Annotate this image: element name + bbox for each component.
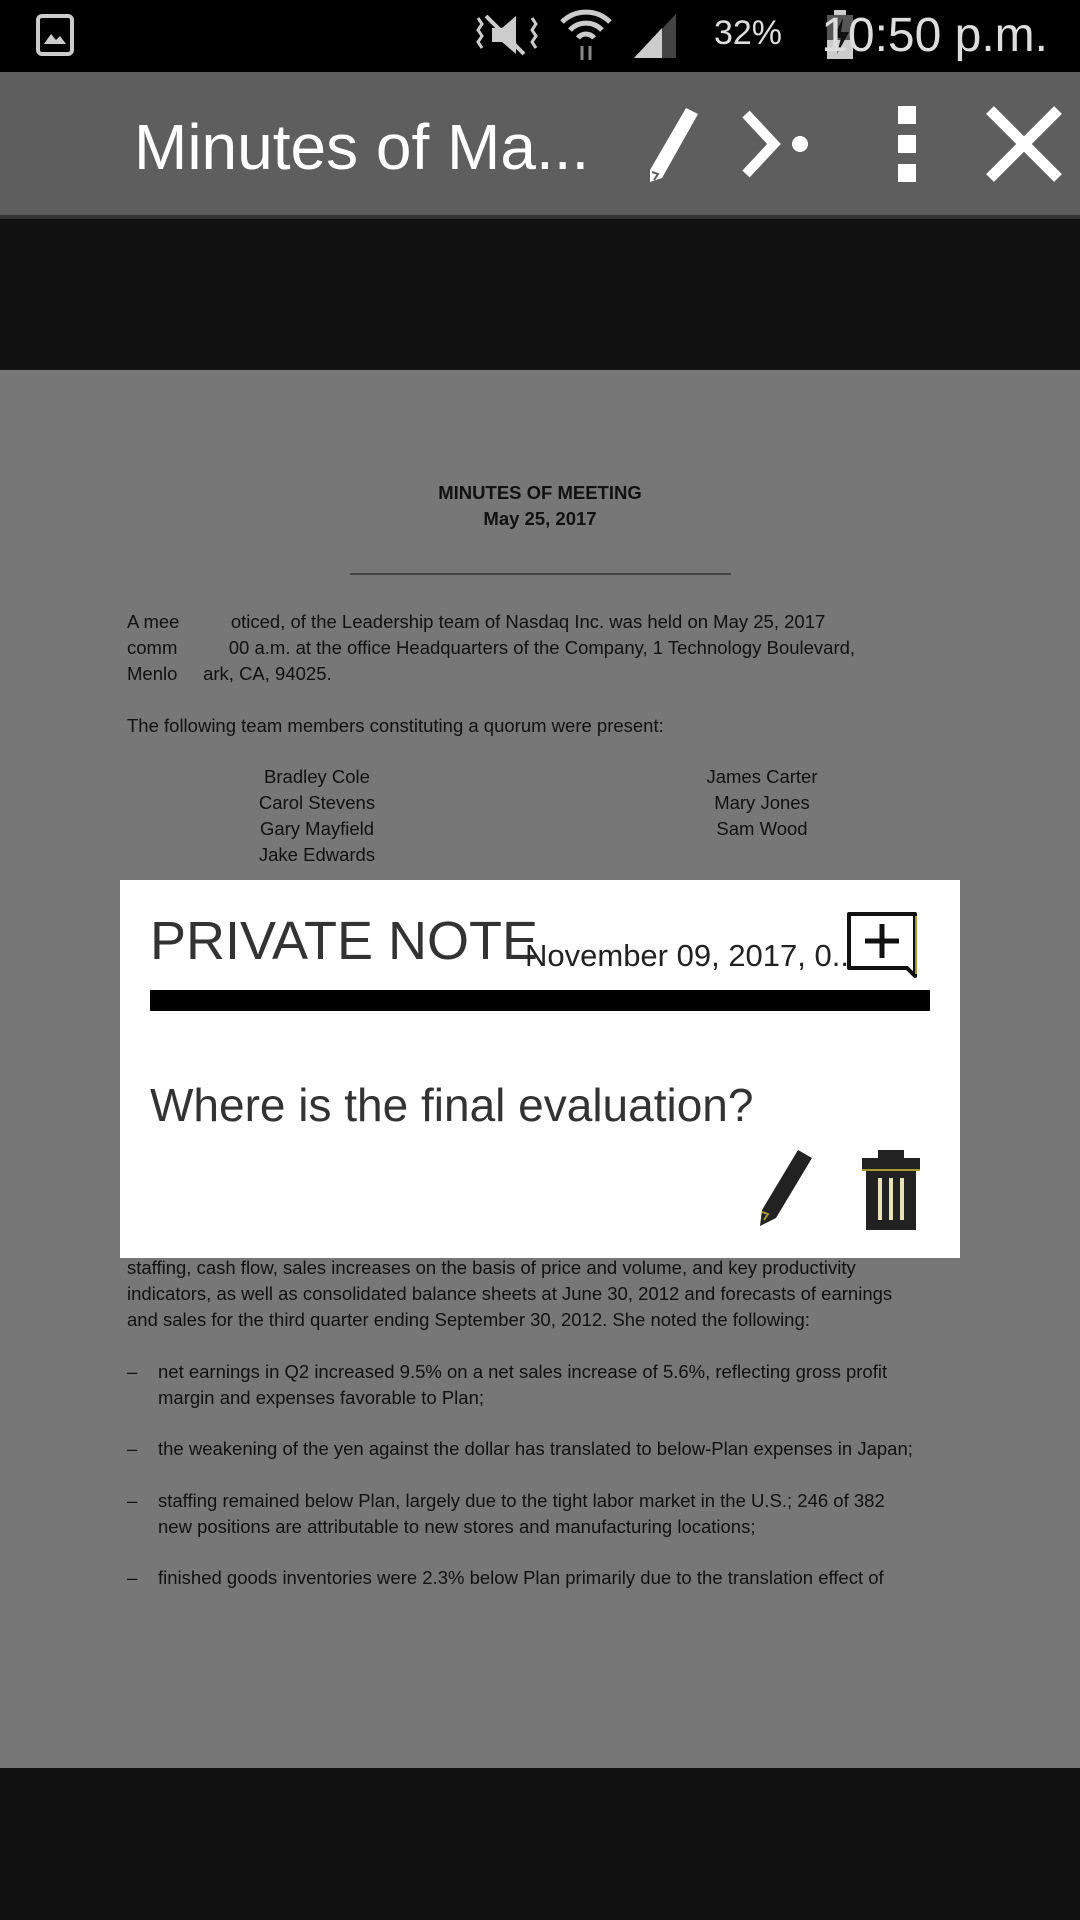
share-icon[interactable] — [738, 102, 818, 186]
edit-note-icon[interactable] — [756, 1148, 814, 1228]
member-name: Carol Stevens — [258, 792, 376, 813]
add-comment-icon[interactable] — [845, 910, 921, 982]
paragraph-line: The following team members constituting … — [127, 715, 664, 736]
bottom-bar — [0, 1768, 1080, 1920]
clock: 10:50 p.m. — [821, 9, 1048, 62]
member-name: Bradley Cole — [264, 766, 370, 787]
toolbar-spacer — [0, 219, 1080, 370]
member-name: James Carter — [706, 766, 818, 787]
bullet-line: new positions are attributable to new st… — [158, 1516, 756, 1537]
signal-icon — [634, 14, 676, 58]
member-name: Sam Wood — [716, 818, 808, 839]
document-title: Minutes of Ma... — [134, 111, 590, 183]
bullet-line: margin and expenses favorable to Plan; — [158, 1387, 485, 1408]
note-text: Where is the final evaluation? — [150, 1079, 754, 1131]
bullet-marker: – — [127, 1567, 138, 1588]
note-heading: PRIVATE NOTE — [150, 911, 539, 971]
paragraph-line: indicators, as well as consolidated bala… — [127, 1283, 893, 1304]
delete-note-icon[interactable] — [860, 1150, 922, 1232]
bullet-line: staffing remained below Plan, largely du… — [158, 1490, 885, 1511]
note-date: November 09, 2017, 0... — [525, 938, 858, 973]
bullet-marker: – — [127, 1490, 138, 1511]
bullet-line: the weakening of the yen against the dol… — [158, 1438, 913, 1459]
member-name: Gary Mayfield — [259, 818, 375, 839]
private-note-popup: PRIVATE NOTE November 09, 2017, 0... Whe… — [120, 880, 960, 1258]
pencil-icon[interactable] — [636, 102, 716, 186]
paragraph-line: staffing, cash flow, sales increases on … — [127, 1257, 856, 1278]
bullet-line: net earnings in Q2 increased 9.5% on a n… — [158, 1361, 888, 1382]
app-toolbar: Minutes of Ma... — [0, 72, 1080, 219]
paragraph-line: comm 00 a.m. at the office Headquarters … — [127, 637, 856, 658]
bullet-line: finished goods inventories were 2.3% bel… — [158, 1567, 884, 1588]
doc-date: May 25, 2017 — [483, 508, 597, 529]
wifi-icon — [560, 9, 612, 60]
mute-icon — [476, 14, 538, 56]
more-vert-icon[interactable] — [866, 102, 946, 186]
bullet-marker: – — [127, 1438, 138, 1459]
status-bar: 32% 10:50 p.m. — [0, 0, 1080, 72]
battery-percent: 32% — [713, 14, 782, 52]
member-name: Mary Jones — [714, 792, 810, 813]
note-divider-bar — [150, 990, 930, 1011]
paragraph-line: and sales for the third quarter ending S… — [127, 1309, 810, 1330]
member-name: Jake Edwards — [258, 844, 376, 865]
doc-title: MINUTES OF MEETING — [438, 482, 642, 503]
gallery-icon — [36, 14, 74, 56]
paragraph-line: Menlo ark, CA, 94025. — [127, 663, 332, 684]
divider — [350, 573, 731, 575]
paragraph-line: A mee oticed, of the Leadership team of … — [127, 611, 826, 632]
close-icon[interactable] — [984, 102, 1064, 186]
bullet-marker: – — [127, 1361, 138, 1382]
